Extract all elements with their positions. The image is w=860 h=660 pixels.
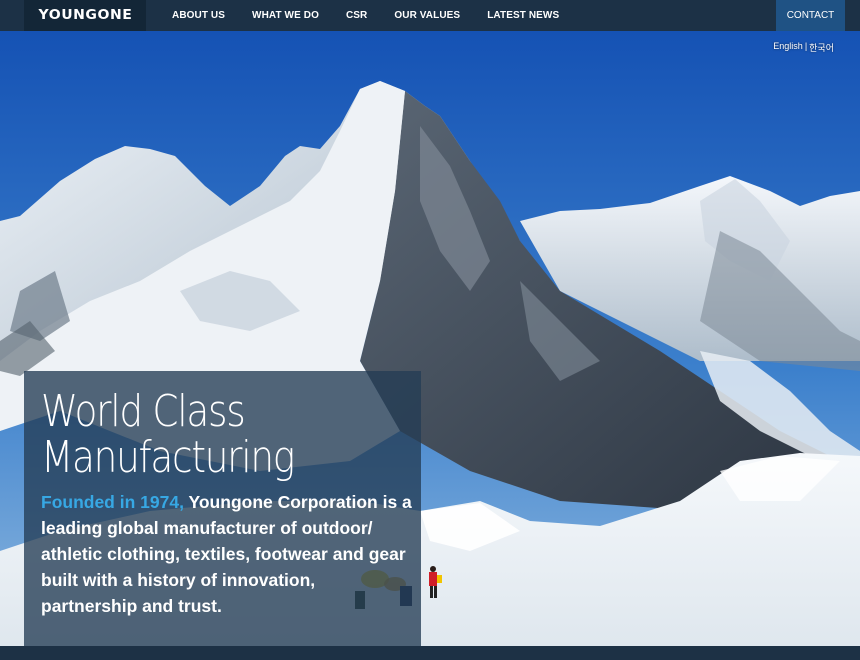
logo-text: YOUNGONE [38, 8, 132, 23]
language-english[interactable]: English [773, 41, 803, 54]
nav-latest-news[interactable]: LATEST NEWS [487, 10, 559, 21]
headline-line-2: Manufacturing [41, 432, 295, 483]
language-switcher: English | 한국어 [773, 41, 834, 54]
bottom-bar [0, 646, 860, 660]
main-nav: ABOUT US WHAT WE DO CSR OUR VALUES LATES… [172, 10, 586, 21]
hero-headline: World Class Manufacturing [41, 389, 347, 481]
top-navbar: YOUNGONE ABOUT US WHAT WE DO CSR OUR VAL… [0, 0, 860, 31]
contact-button[interactable]: CONTACT [776, 0, 845, 31]
founded-highlight: Founded in 1974, [41, 492, 184, 512]
headline-line-1: World Class [41, 386, 246, 437]
hero-description: Founded in 1974, Youngone Corporation is… [41, 489, 413, 619]
language-separator: | [804, 41, 808, 51]
youngone-logo[interactable]: YOUNGONE [24, 0, 146, 31]
nav-about-us[interactable]: ABOUT US [172, 10, 225, 21]
language-korean[interactable]: 한국어 [809, 41, 834, 54]
nav-csr[interactable]: CSR [346, 10, 367, 21]
nav-our-values[interactable]: OUR VALUES [394, 10, 460, 21]
hero-text-panel: World Class Manufacturing Founded in 197… [24, 371, 421, 646]
nav-what-we-do[interactable]: WHAT WE DO [252, 10, 319, 21]
